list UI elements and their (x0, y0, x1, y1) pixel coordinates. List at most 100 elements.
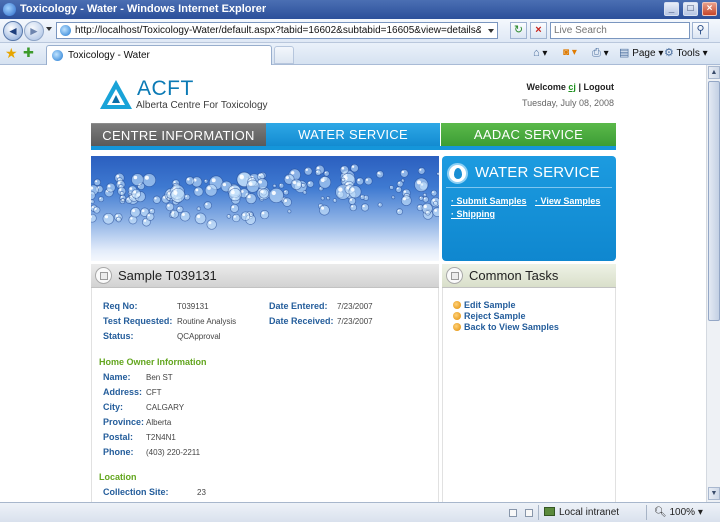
droplet-highlight (303, 191, 305, 193)
new-tab-button[interactable] (274, 46, 294, 64)
view-samples-link[interactable]: · View Samples (535, 196, 600, 206)
home-icon[interactable]: ⌂ ▾ (533, 46, 547, 61)
water-droplet (131, 188, 142, 199)
submit-samples-link[interactable]: · Submit Samples (451, 196, 527, 206)
user-link[interactable]: cj (568, 82, 576, 92)
forward-arrow-icon[interactable]: ► (24, 21, 44, 41)
droplet-highlight (208, 221, 212, 225)
tools-menu[interactable]: ⚙ Tools ▾ (664, 46, 708, 61)
water-droplet (98, 196, 105, 203)
droplet-highlight (396, 187, 399, 190)
common-tasks-list: Edit Sample Reject Sample Back to View S… (442, 288, 616, 502)
tab-centre-information[interactable]: CENTRE INFORMATION (91, 123, 266, 146)
tab-aadac-service[interactable]: AADAC SERVICE (441, 123, 616, 146)
arrow-bullet-icon (453, 312, 461, 320)
common-tasks-header: Common Tasks (442, 264, 616, 288)
zoom-control[interactable]: 🔍︎ 100% ▾ (654, 507, 703, 518)
scroll-thumb[interactable] (708, 81, 720, 321)
browser-tab[interactable]: Toxicology - Water (46, 45, 272, 65)
phone-value: (403) 220-2211 (146, 448, 201, 457)
droplet-highlight (177, 207, 180, 210)
water-service-panel: WATER SERVICE · Submit Samples · View Sa… (442, 156, 616, 261)
droplet-highlight (437, 172, 439, 174)
back-arrow-icon[interactable]: ◄ (3, 21, 23, 41)
page-menu[interactable]: ▤ Page ▾ (619, 46, 663, 61)
droplet-highlight (197, 207, 199, 209)
reject-sample-label[interactable]: Reject Sample (464, 311, 526, 321)
water-droplet (290, 178, 303, 191)
water-droplet (268, 187, 284, 204)
droplet-highlight (94, 207, 97, 210)
droplet-highlight (119, 188, 122, 191)
logout-link[interactable]: Logout (584, 82, 615, 92)
shipping-label[interactable]: Shipping (457, 209, 496, 219)
sample-title: Sample T039131 (118, 268, 217, 283)
water-droplet (170, 209, 179, 219)
status-label: Status: (103, 331, 134, 341)
droplet-highlight (258, 174, 261, 177)
header-separator: | (578, 82, 581, 92)
add-favorites-icon[interactable]: ✚ (23, 46, 34, 60)
water-droplet (350, 163, 359, 173)
window-title: Toxicology - Water - Windows Internet Ex… (20, 3, 267, 15)
water-droplets-graphic (91, 163, 439, 230)
stop-icon[interactable]: × (530, 22, 547, 39)
view-samples-label[interactable]: View Samples (541, 196, 601, 206)
acft-logo-icon (100, 80, 132, 109)
scroll-up-icon[interactable]: ▲ (708, 66, 720, 79)
scroll-down-icon[interactable]: ▼ (708, 487, 720, 500)
tab-underline (91, 146, 616, 150)
favorites-star-icon[interactable]: ★ (5, 46, 18, 60)
common-tasks-title: Common Tasks (469, 268, 559, 283)
water-droplet (148, 208, 156, 215)
submit-samples-label[interactable]: Submit Samples (457, 196, 527, 206)
history-dropdown-icon[interactable] (46, 27, 52, 31)
status-tray-icon (525, 509, 533, 517)
droplet-highlight (147, 214, 150, 217)
search-input[interactable] (551, 23, 687, 38)
edit-sample-link[interactable]: Edit Sample (453, 300, 516, 310)
water-droplet (102, 212, 115, 225)
feeds-icon[interactable]: ◙ ▾ (563, 46, 577, 60)
droplet-highlight (239, 174, 244, 179)
address-url[interactable]: http://localhost/Toxicology-Water/defaul… (75, 25, 481, 36)
back-to-view-samples-label[interactable]: Back to View Samples (464, 322, 559, 332)
address-dropdown-icon[interactable] (488, 29, 494, 33)
water-banner-image (91, 156, 439, 261)
water-droplet (185, 176, 195, 186)
minimize-button[interactable]: _ (664, 2, 679, 16)
droplet-highlight (403, 190, 407, 193)
refresh-icon[interactable]: ↻ (510, 22, 527, 39)
address-field[interactable]: http://localhost/Toxicology-Water/defaul… (56, 22, 498, 39)
tab-water-service[interactable]: WATER SERVICE (266, 123, 440, 146)
droplet-highlight (197, 214, 201, 219)
droplet-highlight (233, 215, 236, 218)
edit-sample-label[interactable]: Edit Sample (464, 300, 516, 310)
droplet-highlight (222, 183, 227, 187)
address-label: Address: (103, 387, 143, 397)
droplet-highlight (133, 190, 137, 194)
droplet-highlight (434, 201, 436, 203)
owner-name-label: Name: (103, 372, 131, 382)
droplet-highlight (333, 199, 335, 201)
page-viewport: ACFT Alberta Centre For Toxicology Welco… (0, 65, 706, 502)
shipping-link[interactable]: · Shipping (451, 209, 495, 219)
water-droplet (203, 201, 212, 210)
reject-sample-link[interactable]: Reject Sample (453, 311, 526, 321)
vertical-scrollbar[interactable]: ▲ ▼ (706, 65, 720, 502)
search-field[interactable] (550, 22, 690, 39)
droplet-highlight (173, 181, 176, 184)
test-requested-value: Routine Analysis (177, 317, 237, 326)
maximize-button[interactable]: □ (683, 2, 698, 16)
search-icon[interactable]: ⚲ (692, 22, 709, 39)
print-icon[interactable]: ⎙ ▾ (592, 46, 609, 61)
droplet-highlight (293, 181, 297, 185)
water-droplet (287, 209, 292, 214)
droplet-highlight (99, 197, 101, 199)
close-button[interactable]: × (702, 2, 717, 16)
droplet-highlight (91, 206, 94, 209)
back-to-view-samples-link[interactable]: Back to View Samples (453, 322, 559, 332)
collection-site-label: Collection Site: (103, 487, 169, 497)
water-droplet (395, 186, 402, 193)
droplet-highlight (130, 217, 133, 220)
